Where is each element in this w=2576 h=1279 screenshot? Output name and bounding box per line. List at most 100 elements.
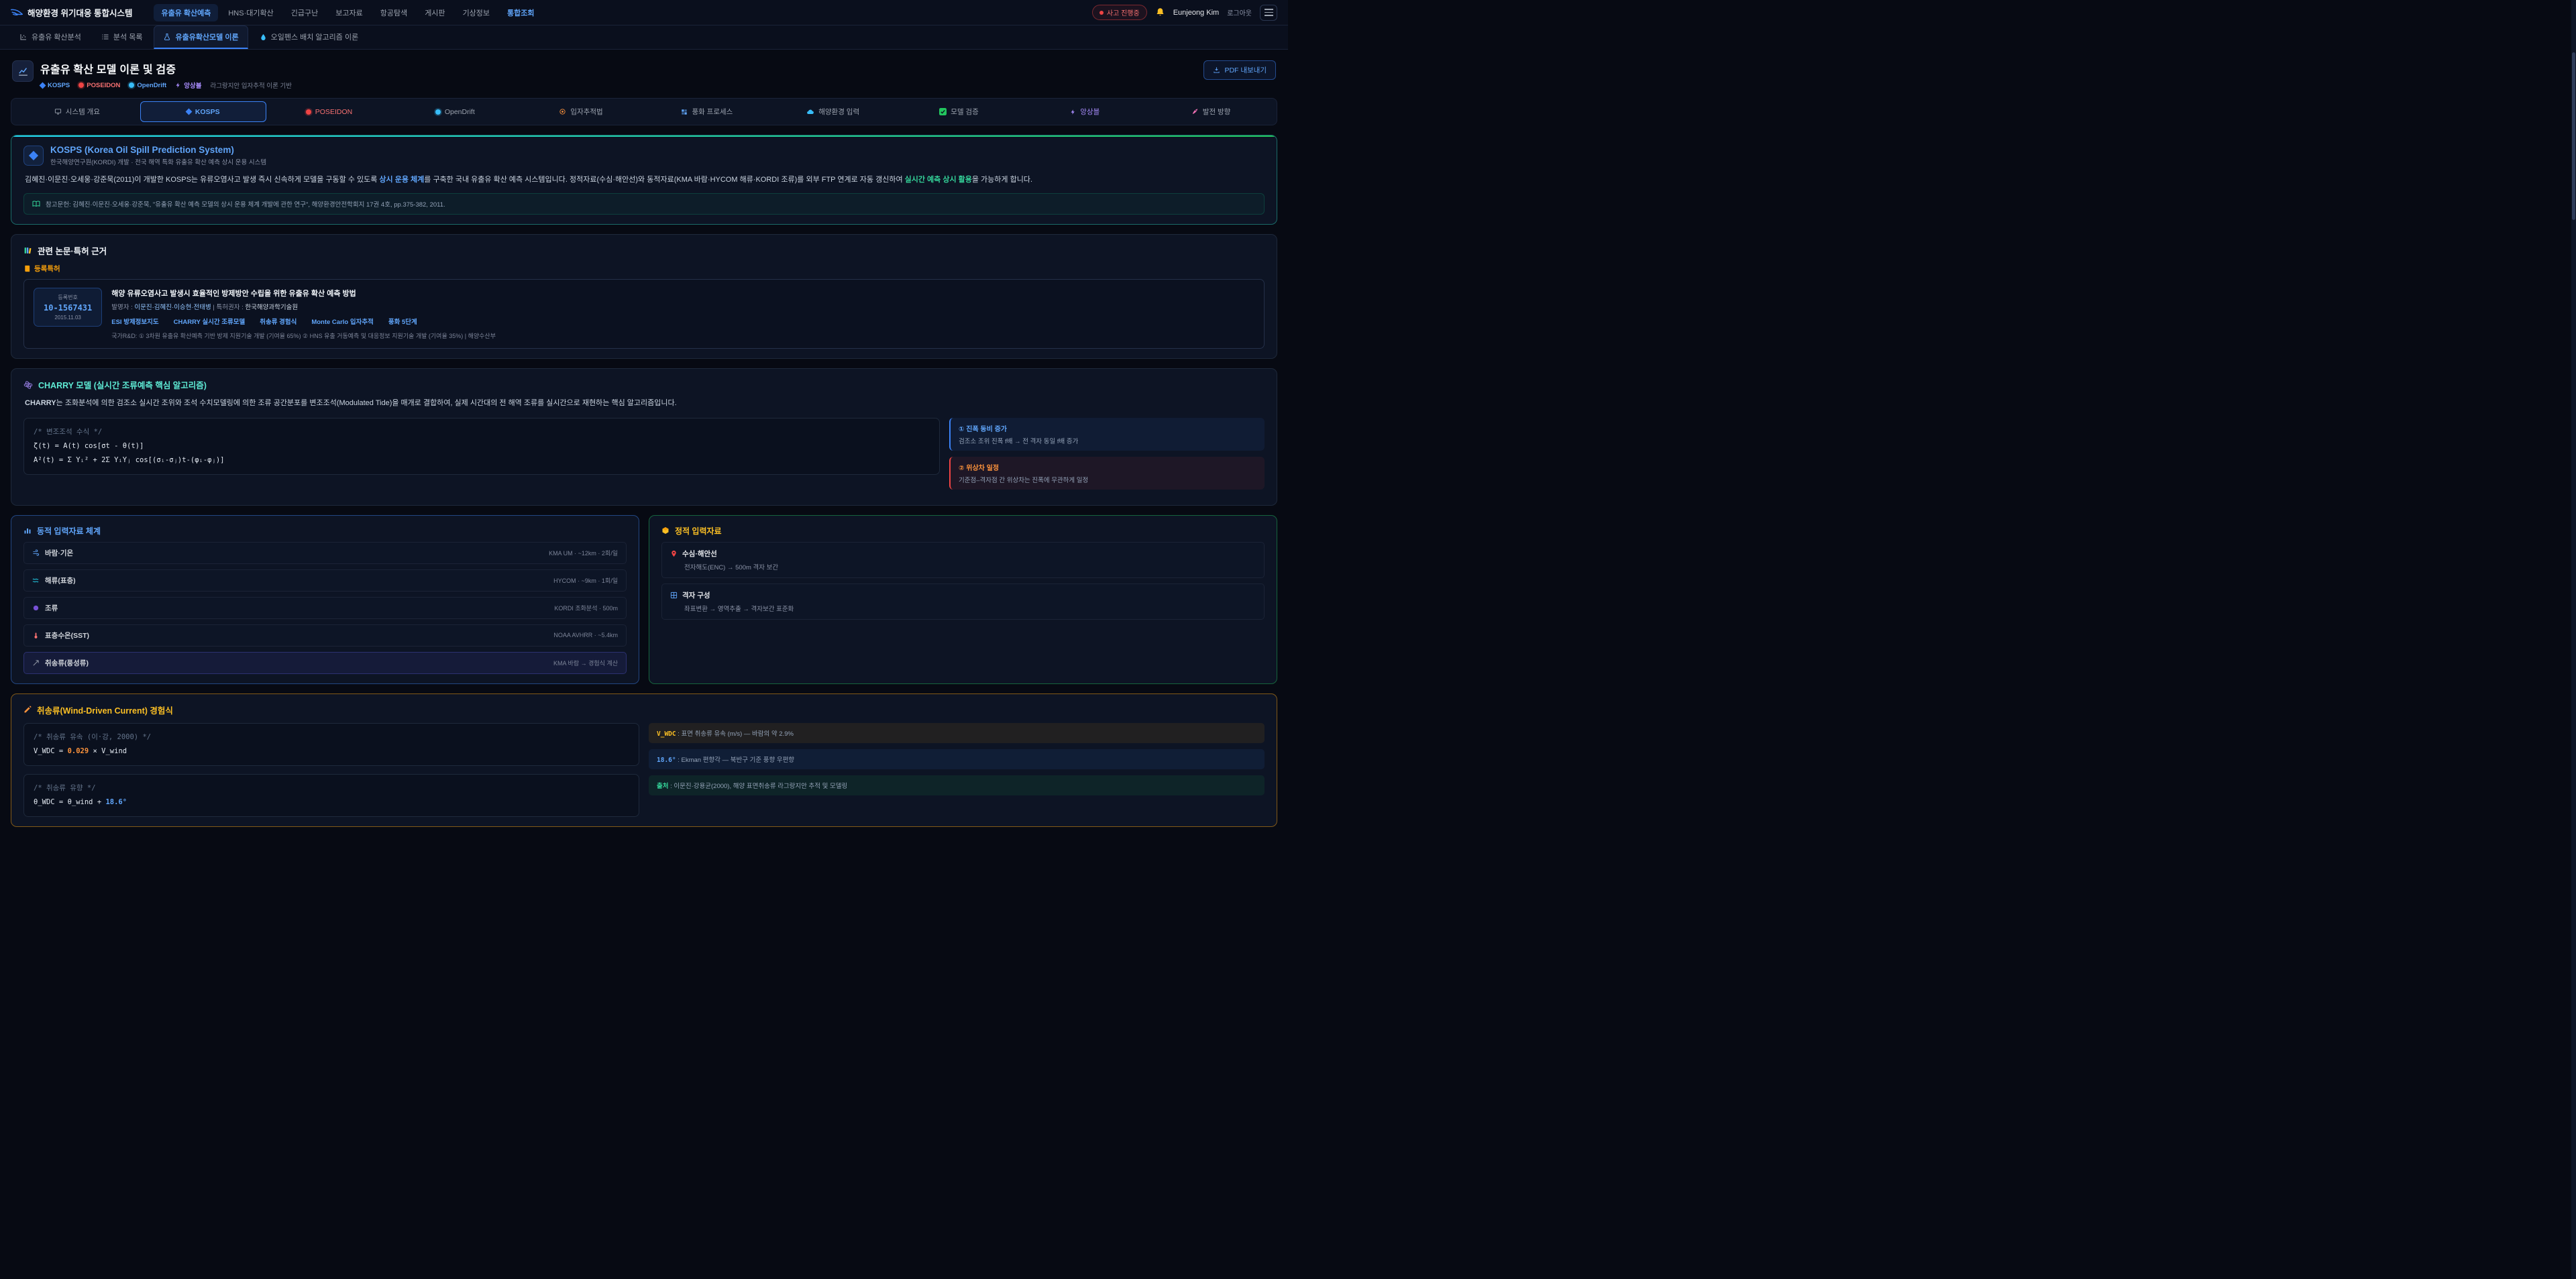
dynamic-input-row-current[interactable]: 해류(표층) HYCOM · ~9km · 1회/일	[23, 569, 627, 592]
diamond-icon	[185, 109, 192, 115]
app-title: 해양환경 위기대응 통합시스템	[28, 6, 132, 19]
dynamic-input-row-tide[interactable]: 조류 KORDI 조화분석 · 500m	[23, 597, 627, 619]
kosps-diamond-icon	[23, 146, 44, 166]
dynamic-input-title: 동적 입력자료 체계	[37, 525, 101, 537]
nav-item-reports[interactable]: 보고자료	[328, 4, 370, 21]
dynamic-input-row-wind[interactable]: 바람·기온 KMA UM · ~12km · 2회/일	[23, 542, 627, 564]
tab-spill-analysis[interactable]: 유출유 확산분석	[11, 26, 90, 49]
tab-oil-fence-algorithm-theory[interactable]: 오일펜스 배치 알고리즘 이론	[251, 26, 368, 49]
patent-evidence-card: 관련 논문·특허 근거 등록특허 등록번호 10-1567431 2015.11…	[11, 234, 1277, 359]
menu-hamburger-icon[interactable]	[1260, 5, 1277, 21]
patent-tag[interactable]: ESI 방제정보지도	[111, 317, 158, 326]
static-input-row-grid[interactable]: 격자 구성 좌표변환 → 영역추출 → 격자보간 표준화	[661, 583, 1265, 620]
nav-item-hns-air-diffusion[interactable]: HNS·대기확산	[221, 4, 280, 21]
formula-comment: /* 변조조석 수식 */	[34, 425, 930, 439]
patent-tag[interactable]: Monte Carlo 입자추적	[311, 317, 374, 326]
nav-item-board[interactable]: 게시판	[417, 4, 452, 21]
app-logo: 해양환경 위기대응 통합시스템	[11, 6, 132, 19]
wdc-direction-formula: θ_WDC = θ_wind + 18.6°	[34, 795, 629, 810]
bar-chart-icon	[23, 526, 32, 535]
nav-item-integrated-search[interactable]: 통합조회	[500, 4, 541, 21]
pdf-export-button[interactable]: PDF 내보내기	[1203, 60, 1276, 80]
list-icon	[101, 33, 109, 41]
wdc-note-source: 출처 : 이문진·강용균(2000), 해양 표면취송류 라그랑지안 추적 및 …	[649, 775, 1265, 795]
patent-section-title: 관련 논문·특허 근거	[38, 244, 107, 257]
section-tab-ensemble[interactable]: 앙상블	[1022, 101, 1148, 122]
red-dot-icon	[306, 109, 311, 115]
package-icon	[661, 526, 669, 535]
section-tab-particle-tracking[interactable]: 입자추적법	[518, 101, 644, 122]
model-badges: KOSPS POSEIDON OpenDrift 앙상블 라그랑지안 입자추적 …	[40, 80, 292, 90]
registration-number: 10-1567431	[44, 303, 92, 313]
formula-line-2: A²(t) = Σ Yᵢ² + 2Σ YᵢYⱼ cos[(σᵢ-σⱼ)t-(φᵢ…	[34, 453, 930, 467]
static-input-row-bathymetry[interactable]: 수심·해안선 전자해도(ENC) → 500m 격자 보간	[661, 542, 1265, 578]
red-dot-icon	[78, 82, 84, 88]
rocket-icon	[1191, 108, 1199, 115]
main-nav: 유출유 확산예측 HNS·대기확산 긴급구난 보고자료 항공탐색 게시판 기상정…	[154, 4, 1085, 21]
monitor-icon	[54, 108, 62, 115]
page-chart-icon	[12, 60, 34, 82]
arrow-icon	[32, 659, 40, 667]
blue-dot-icon	[435, 109, 441, 115]
badge-poseidon: POSEIDON	[78, 82, 120, 89]
nav-item-oil-spill-prediction[interactable]: 유출유 확산예측	[154, 4, 218, 21]
kosps-reference-box: 참고문헌: 김혜진·이문진·오세웅·강준묵, "유출유 확산 예측 모델의 상시…	[23, 193, 1265, 215]
kosps-subtitle: 한국해양연구원(KORDI) 개발 · 전국 해역 특화 유출유 확산 예측 상…	[50, 157, 266, 166]
section-tab-model-validation[interactable]: 모델 검증	[896, 101, 1022, 122]
formula-line-1: ζ(t) = A(t) cos[σt - θ(t)]	[34, 439, 930, 453]
registered-patent-badge: 등록특허	[23, 264, 1265, 274]
map-pin-icon	[670, 550, 678, 557]
wdc-speed-formula: V_WDC = 0.029 × V_wind	[34, 744, 629, 759]
notification-bell-icon[interactable]	[1155, 7, 1165, 17]
tab-diffusion-model-theory[interactable]: 유출유확산모델 이론	[154, 25, 248, 49]
section-tab-poseidon[interactable]: POSEIDON	[266, 101, 392, 122]
wdc-note-speed: V_WDC : 표면 취송류 유속 (m/s) — 바람의 약 2.9%	[649, 723, 1265, 743]
top-navigation-bar: 해양환경 위기대응 통합시스템 유출유 확산예측 HNS·대기확산 긴급구난 보…	[0, 0, 1288, 25]
static-input-title: 정적 입력자료	[675, 525, 722, 537]
section-tab-kosps[interactable]: KOSPS	[140, 101, 266, 122]
patent-detail-box: 등록번호 10-1567431 2015.11.03 해양 유류오염사고 발생시…	[23, 279, 1265, 349]
grid-icon	[670, 592, 678, 599]
wave-icon	[32, 577, 40, 584]
dynamic-input-row-wdc[interactable]: 취송류(풍성류) KMA 바람 → 경험식 계산	[23, 652, 627, 674]
wdc-speed-formula-block: /* 취송류 유속 (이·강, 2000) */ V_WDC = 0.029 ×…	[23, 723, 639, 766]
patent-tag[interactable]: 풍화 5단계	[388, 317, 417, 326]
page-scrollbar[interactable]	[2571, 0, 2576, 1279]
section-tab-environment-input[interactable]: 해양환경 입력	[770, 101, 896, 122]
cloud-icon	[806, 108, 814, 116]
wdc-direction-formula-block: /* 취송류 유향 */ θ_WDC = θ_wind + 18.6°	[23, 774, 639, 817]
target-icon	[559, 108, 566, 115]
kosps-title: KOSPS (Korea Oil Spill Prediction System…	[50, 145, 266, 155]
patent-rnd-note: 국가R&D: ① 3차원 유출유 확산예측 기반 방제 지원기술 개발 (기여율…	[111, 331, 1254, 340]
droplet-icon	[260, 34, 267, 41]
dynamic-input-card: 동적 입력자료 체계 바람·기온 KMA UM · ~12km · 2회/일 해…	[11, 515, 639, 684]
section-tab-system-overview[interactable]: 시스템 개요	[14, 101, 140, 122]
charry-title-row: CHARRY 모델 (실시간 조류예측 핵심 알고리즘)	[23, 378, 1265, 391]
incident-status-badge[interactable]: 사고 진행중	[1092, 5, 1147, 20]
lightning-icon	[1070, 109, 1076, 115]
open-book-icon	[32, 200, 40, 208]
static-input-card: 정적 입력자료 수심·해안선 전자해도(ENC) → 500m 격자 보간 격자…	[649, 515, 1277, 684]
wind-driven-current-card: 취송류(Wind-Driven Current) 경험식 /* 취송류 유속 (…	[11, 693, 1277, 827]
wdc-title: 취송류(Wind-Driven Current) 경험식	[37, 704, 173, 716]
nav-item-emergency-rescue[interactable]: 긴급구난	[284, 4, 325, 21]
nav-item-weather-info[interactable]: 기상정보	[455, 4, 497, 21]
section-tab-future-direction[interactable]: 발전 방향	[1148, 101, 1274, 122]
patent-tag[interactable]: CHARRY 실시간 조류모델	[174, 317, 246, 326]
book-icon	[23, 265, 31, 272]
dynamic-input-row-sst[interactable]: 표층수온(SST) NOAA AVHRR · ~5.4km	[23, 624, 627, 647]
patent-tag[interactable]: 취송류 경험식	[260, 317, 297, 326]
section-tab-weathering[interactable]: 풍화 프로세스	[644, 101, 770, 122]
logout-button[interactable]: 로그아웃	[1227, 7, 1252, 17]
page-header: 유출유 확산 모델 이론 및 검증 KOSPS POSEIDON OpenDri…	[12, 60, 1276, 90]
charry-notes: ① 진폭 동비 증가 검조소 조위 진폭 f배 → 전 격자 동일 f배 증가 …	[949, 418, 1265, 496]
dynamic-input-title-row: 동적 입력자료 체계	[23, 525, 627, 537]
section-tab-opendrift[interactable]: OpenDrift	[392, 101, 518, 122]
patent-holder: 한국해양과학기술원	[245, 304, 298, 311]
thermometer-icon	[32, 632, 40, 639]
nav-item-aerial-search[interactable]: 항공탐색	[373, 4, 415, 21]
tab-analysis-list[interactable]: 분석 목록	[93, 26, 152, 49]
scrollbar-thumb[interactable]	[2572, 52, 2575, 220]
lightning-icon	[175, 82, 181, 89]
highlight-realtime-use: 실시간 예측 상시 활용	[905, 176, 972, 184]
